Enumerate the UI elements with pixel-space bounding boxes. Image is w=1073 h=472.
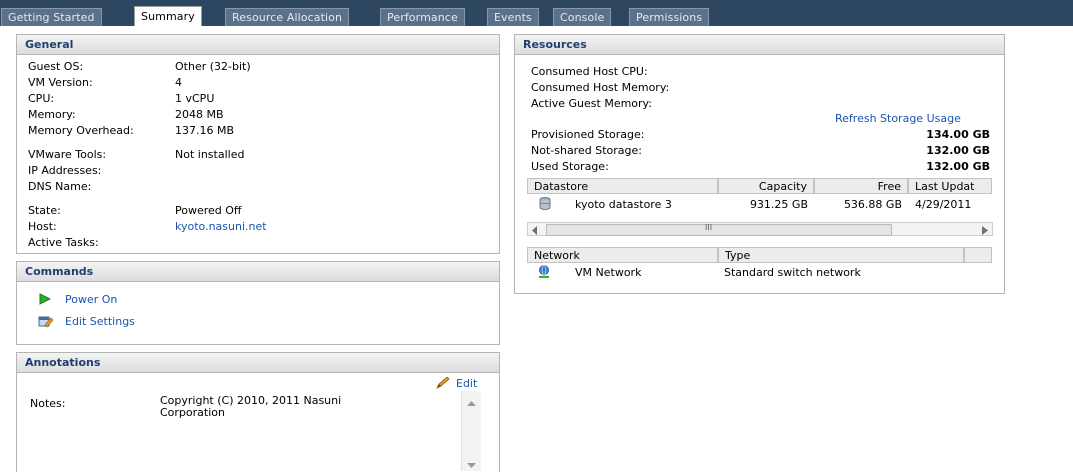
datastore-free: 536.88 GB [843,198,902,211]
memory-overhead-value: 137.16 MB [175,124,235,137]
tab-events[interactable]: Events [487,8,539,26]
annotations-panel: Annotations Edit Notes: Copyright (C) 20… [16,352,500,472]
commands-header: Commands [17,262,499,282]
state-label: State: [28,204,61,217]
datastore-name[interactable]: kyoto datastore 3 [575,198,672,211]
refresh-storage-link[interactable]: Refresh Storage Usage [835,112,961,125]
commands-panel: Commands Power On Edit Settings [16,261,500,345]
edit-settings-icon [38,315,54,332]
type-column-header[interactable]: Type [718,247,964,263]
guest-os-value: Other (32-bit) [175,60,251,73]
vm-version-label: VM Version: [28,76,93,89]
state-value: Powered Off [175,204,242,217]
provisioned-storage-value: 134.00 GB [926,128,990,141]
cpu-value: 1 vCPU [175,92,215,105]
provisioned-storage-label: Provisioned Storage: [531,128,645,141]
datastore-last-update: 4/29/2011 [915,198,972,211]
memory-overhead-label: Memory Overhead: [28,124,134,137]
memory-value: 2048 MB [175,108,224,121]
tab-resource-allocation[interactable]: Resource Allocation [225,8,350,26]
notes-label: Notes: [30,397,66,410]
hscroll-thumb[interactable]: III [546,223,892,236]
ip-addresses-label: IP Addresses: [28,164,102,177]
scroll-left-arrow-icon[interactable] [532,225,538,238]
scroll-down-arrow-icon[interactable] [467,459,476,472]
datastore-hscrollbar[interactable]: III [527,222,993,236]
datastore-icon [539,197,551,213]
network-icon [537,265,551,282]
active-tasks-label: Active Tasks: [28,236,99,249]
scroll-up-arrow-icon[interactable] [467,397,476,410]
annotations-header: Annotations [17,353,499,373]
general-panel: General Guest OS: Other (32-bit) VM Vers… [16,34,500,254]
vm-version-value: 4 [175,76,182,89]
tab-performance[interactable]: Performance [380,8,465,26]
edit-notes-link[interactable]: Edit [456,377,477,390]
capacity-column-header[interactable]: Capacity [718,178,814,194]
tab-getting-started[interactable]: Getting Started [1,8,102,26]
resources-header: Resources [515,35,1004,55]
free-column-header[interactable]: Free [814,178,908,194]
tab-console[interactable]: Console [553,8,612,26]
vmware-tools-label: VMware Tools: [28,148,107,161]
dns-name-label: DNS Name: [28,180,92,193]
resources-panel: Resources Consumed Host CPU: Consumed Ho… [514,34,1005,294]
not-shared-storage-value: 132.00 GB [926,144,990,157]
used-storage-label: Used Storage: [531,160,609,173]
vmware-tools-value: Not installed [175,148,245,161]
guest-os-label: Guest OS: [28,60,84,73]
tab-summary[interactable]: Summary [134,6,202,26]
network-name[interactable]: VM Network [575,266,641,279]
tab-bar: Getting Started Summary Resource Allocat… [0,0,1073,26]
network-type: Standard switch network [724,266,861,279]
pencil-icon [436,376,450,392]
datastore-column-header[interactable]: Datastore [527,178,718,194]
used-storage-value: 132.00 GB [926,160,990,173]
consumed-host-cpu-label: Consumed Host CPU: [531,65,648,78]
network-column-header[interactable]: Network [527,247,718,263]
host-label: Host: [28,220,57,233]
not-shared-storage-label: Not-shared Storage: [531,144,642,157]
general-header: General [17,35,499,55]
power-on-icon [39,293,52,308]
tab-permissions[interactable]: Permissions [629,8,710,26]
notes-line-2: Corporation [160,406,225,419]
host-link[interactable]: kyoto.nasuni.net [175,220,267,233]
active-guest-memory-label: Active Guest Memory: [531,97,652,110]
power-on-link[interactable]: Power On [65,293,117,306]
memory-label: Memory: [28,108,76,121]
scroll-grip-mark: III [705,223,713,232]
notes-scrollbar[interactable] [461,391,481,471]
edit-settings-link[interactable]: Edit Settings [65,315,135,328]
last-update-column-header[interactable]: Last Updat [908,178,992,194]
extra-column-header [964,247,992,263]
cpu-label: CPU: [28,92,55,105]
consumed-host-memory-label: Consumed Host Memory: [531,81,670,94]
datastore-capacity: 931.25 GB [749,198,808,211]
scroll-right-arrow-icon[interactable] [982,225,988,238]
